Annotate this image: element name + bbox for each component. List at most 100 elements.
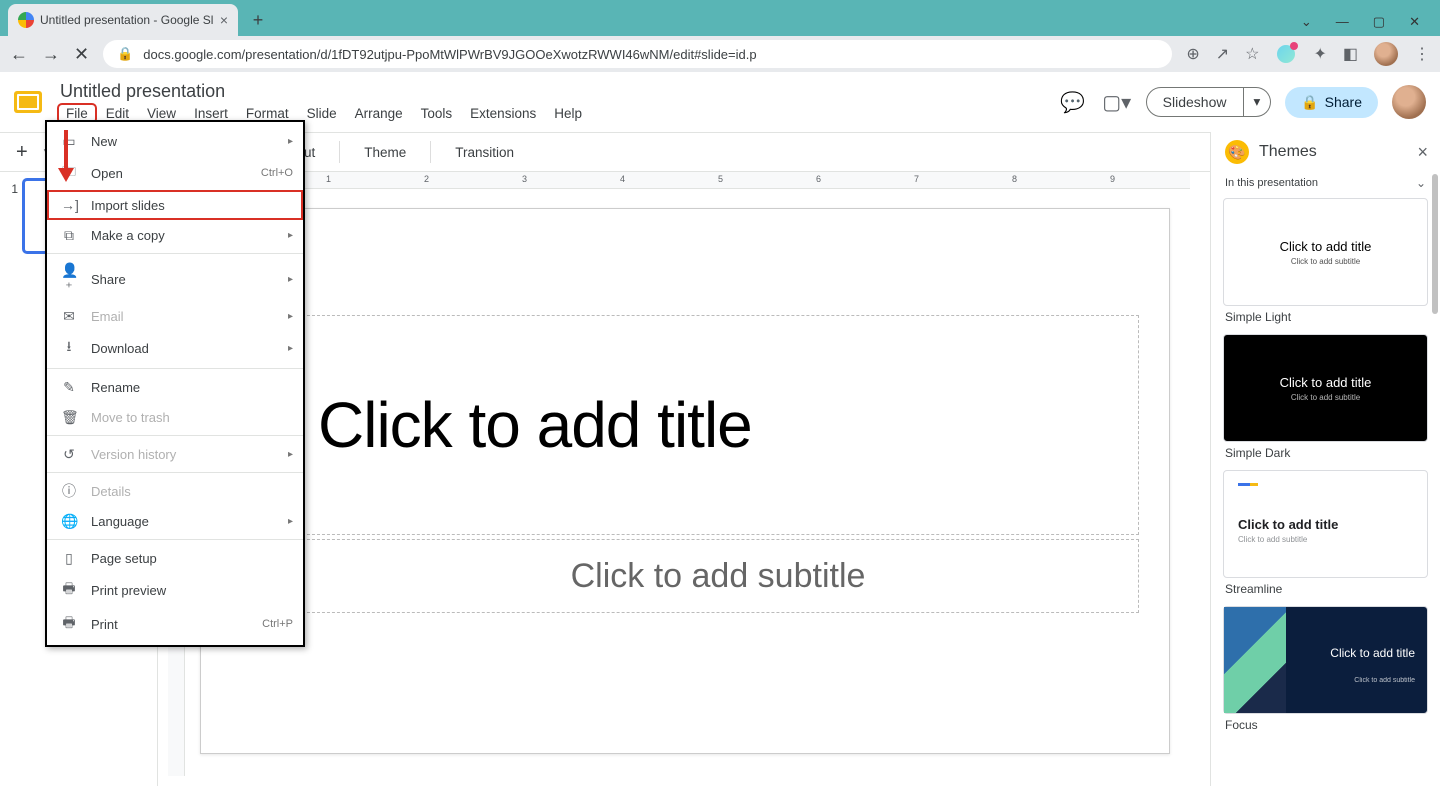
download-icon: ⭳ [61,336,77,360]
theme-item-simple-light[interactable]: Click to add titleClick to add subtitle … [1223,198,1428,330]
submenu-caret-icon: ▸ [288,516,293,527]
browser-tab[interactable]: Untitled presentation - Google Sl × [8,4,238,36]
theme-item-simple-dark[interactable]: Click to add titleClick to add subtitle … [1223,334,1428,466]
close-window-icon[interactable]: ✕ [1409,14,1420,30]
extensions-puzzle-icon[interactable]: ✦ [1313,44,1326,64]
menu-tools[interactable]: Tools [413,104,461,123]
annotation-arrow-icon [56,128,76,184]
theme-button[interactable]: Theme [356,141,414,164]
theme-name: Simple Light [1223,306,1428,330]
file-menu-print-preview[interactable]: 🖶 Print preview [47,573,303,607]
chevron-down-icon[interactable]: ⌄ [1301,14,1312,30]
share-button[interactable]: 🔒 Share [1285,87,1378,118]
title-placeholder-box[interactable]: Click to add title [297,315,1139,535]
menu-help[interactable]: Help [546,104,590,123]
label: Version history [91,447,176,462]
theme-item-streamline[interactable]: Click to add titleClick to add subtitle … [1223,470,1428,602]
themes-list: Click to add titleClick to add subtitle … [1211,194,1440,786]
browser-menu-icon[interactable]: ⋮ [1414,44,1430,64]
slides-favicon [18,12,34,28]
separator [339,141,340,163]
themes-scrollbar[interactable] [1430,172,1440,786]
file-menu-download[interactable]: ⭳Download▸ [47,331,303,365]
url-input[interactable]: 🔒 docs.google.com/presentation/d/1fDT92u… [103,40,1172,68]
print-preview-icon: 🖶 [61,578,77,602]
meet-icon[interactable]: ▢▾ [1102,90,1132,115]
file-menu-email[interactable]: ✉Email▸ [47,301,303,331]
file-menu-page-setup[interactable]: ▯Page setup [47,543,303,573]
comments-icon[interactable]: 💬 [1058,90,1088,115]
file-menu-share[interactable]: 👤⁺Share▸ [47,257,303,301]
extension-icon[interactable] [1275,43,1297,65]
label: Open [91,166,123,181]
copy-icon: ⧉ [61,227,77,244]
trash-icon: 🗑 [61,409,77,426]
zoom-icon[interactable]: ⊕ [1186,44,1199,64]
theme-prev-sub: Click to add subtitle [1291,393,1360,402]
document-title[interactable]: Untitled presentation [58,81,1048,102]
separator [47,435,303,436]
theme-prev-title: Click to add title [1330,646,1415,660]
rename-icon: ✎ [61,379,77,396]
address-bar: ← → ✕ 🔒 docs.google.com/presentation/d/1… [0,36,1440,72]
slide-canvas[interactable]: Click to add title Click to add subtitle [200,208,1170,754]
print-icon: 🖶 [61,612,77,636]
menu-arrange[interactable]: Arrange [347,104,411,123]
label: Email [91,309,124,324]
maximize-icon[interactable]: ▢ [1373,14,1385,30]
title-placeholder-text: Click to add title [318,388,752,462]
ruler-tick: 2 [424,174,429,184]
stop-reload-icon[interactable]: ✕ [74,44,89,65]
profile-avatar-icon[interactable] [1374,42,1398,66]
share-page-icon[interactable]: ↗ [1216,44,1229,64]
ruler-tick: 7 [914,174,919,184]
file-menu-open[interactable]: 🗀OpenCtrl+O [47,156,303,190]
file-menu-new[interactable]: ▭New▸ [47,126,303,156]
file-menu-rename[interactable]: ✎ Rename [47,372,303,402]
sidepanel-icon[interactable]: ◧ [1343,44,1358,64]
label: Print preview [91,583,166,598]
menu-extensions[interactable]: Extensions [462,104,544,123]
label: Language [91,514,149,529]
lock-icon: 🔒 [1301,94,1318,111]
theme-item-focus[interactable]: Click to add titleClick to add subtitle … [1223,606,1428,738]
file-menu-move-trash[interactable]: 🗑Move to trash [47,402,303,432]
bookmark-icon[interactable]: ☆ [1245,44,1259,64]
file-menu-version-history[interactable]: ↺Version history▸ [47,439,303,469]
label: Print [91,617,118,632]
close-themes-icon[interactable]: × [1417,142,1428,163]
minimize-icon[interactable]: — [1336,14,1349,30]
forward-icon[interactable]: → [42,44,60,65]
shortcut: Ctrl+O [261,167,293,179]
back-icon[interactable]: ← [10,44,28,65]
ruler-tick: 8 [1012,174,1017,184]
transition-button[interactable]: Transition [447,141,522,164]
new-slide-button[interactable]: + [12,141,32,164]
window-controls: ⌄ — ▢ ✕ [1301,14,1432,30]
canvas-area: 1 1 2 3 4 5 6 7 8 9 1 1 2 3 4 Click to a… [158,172,1200,786]
shortcut: Ctrl+P [262,618,293,630]
file-menu-language[interactable]: 🌐 Language ▸ [47,506,303,536]
file-menu-details[interactable]: ⓘDetails [47,476,303,506]
subtitle-placeholder-box[interactable]: Click to add subtitle [297,539,1139,613]
new-tab-button[interactable]: + [244,6,272,34]
share-label: Share [1325,94,1362,110]
submenu-caret-icon: ▸ [288,274,293,285]
horizontal-ruler: 1 1 2 3 4 5 6 7 8 9 [186,172,1190,189]
account-avatar-icon[interactable] [1392,85,1426,119]
file-menu-import-slides[interactable]: →]Import slides [47,190,303,220]
menu-slide[interactable]: Slide [299,104,345,123]
label: Details [91,484,131,499]
globe-icon: 🌐 [61,513,77,530]
themes-title: Themes [1259,143,1317,161]
separator [430,141,431,163]
slideshow-button[interactable]: Slideshow [1146,87,1244,117]
theme-name: Focus [1223,714,1428,738]
themes-subheader[interactable]: In this presentation ⌄ [1211,170,1440,194]
label: Rename [91,380,140,395]
slideshow-dropdown-button[interactable]: ▾ [1244,87,1272,117]
file-menu-make-copy[interactable]: ⧉Make a copy▸ [47,220,303,250]
slides-logo-icon[interactable] [8,82,48,122]
close-tab-icon[interactable]: × [220,12,228,28]
file-menu-print[interactable]: 🖶 Print Ctrl+P [47,607,303,641]
